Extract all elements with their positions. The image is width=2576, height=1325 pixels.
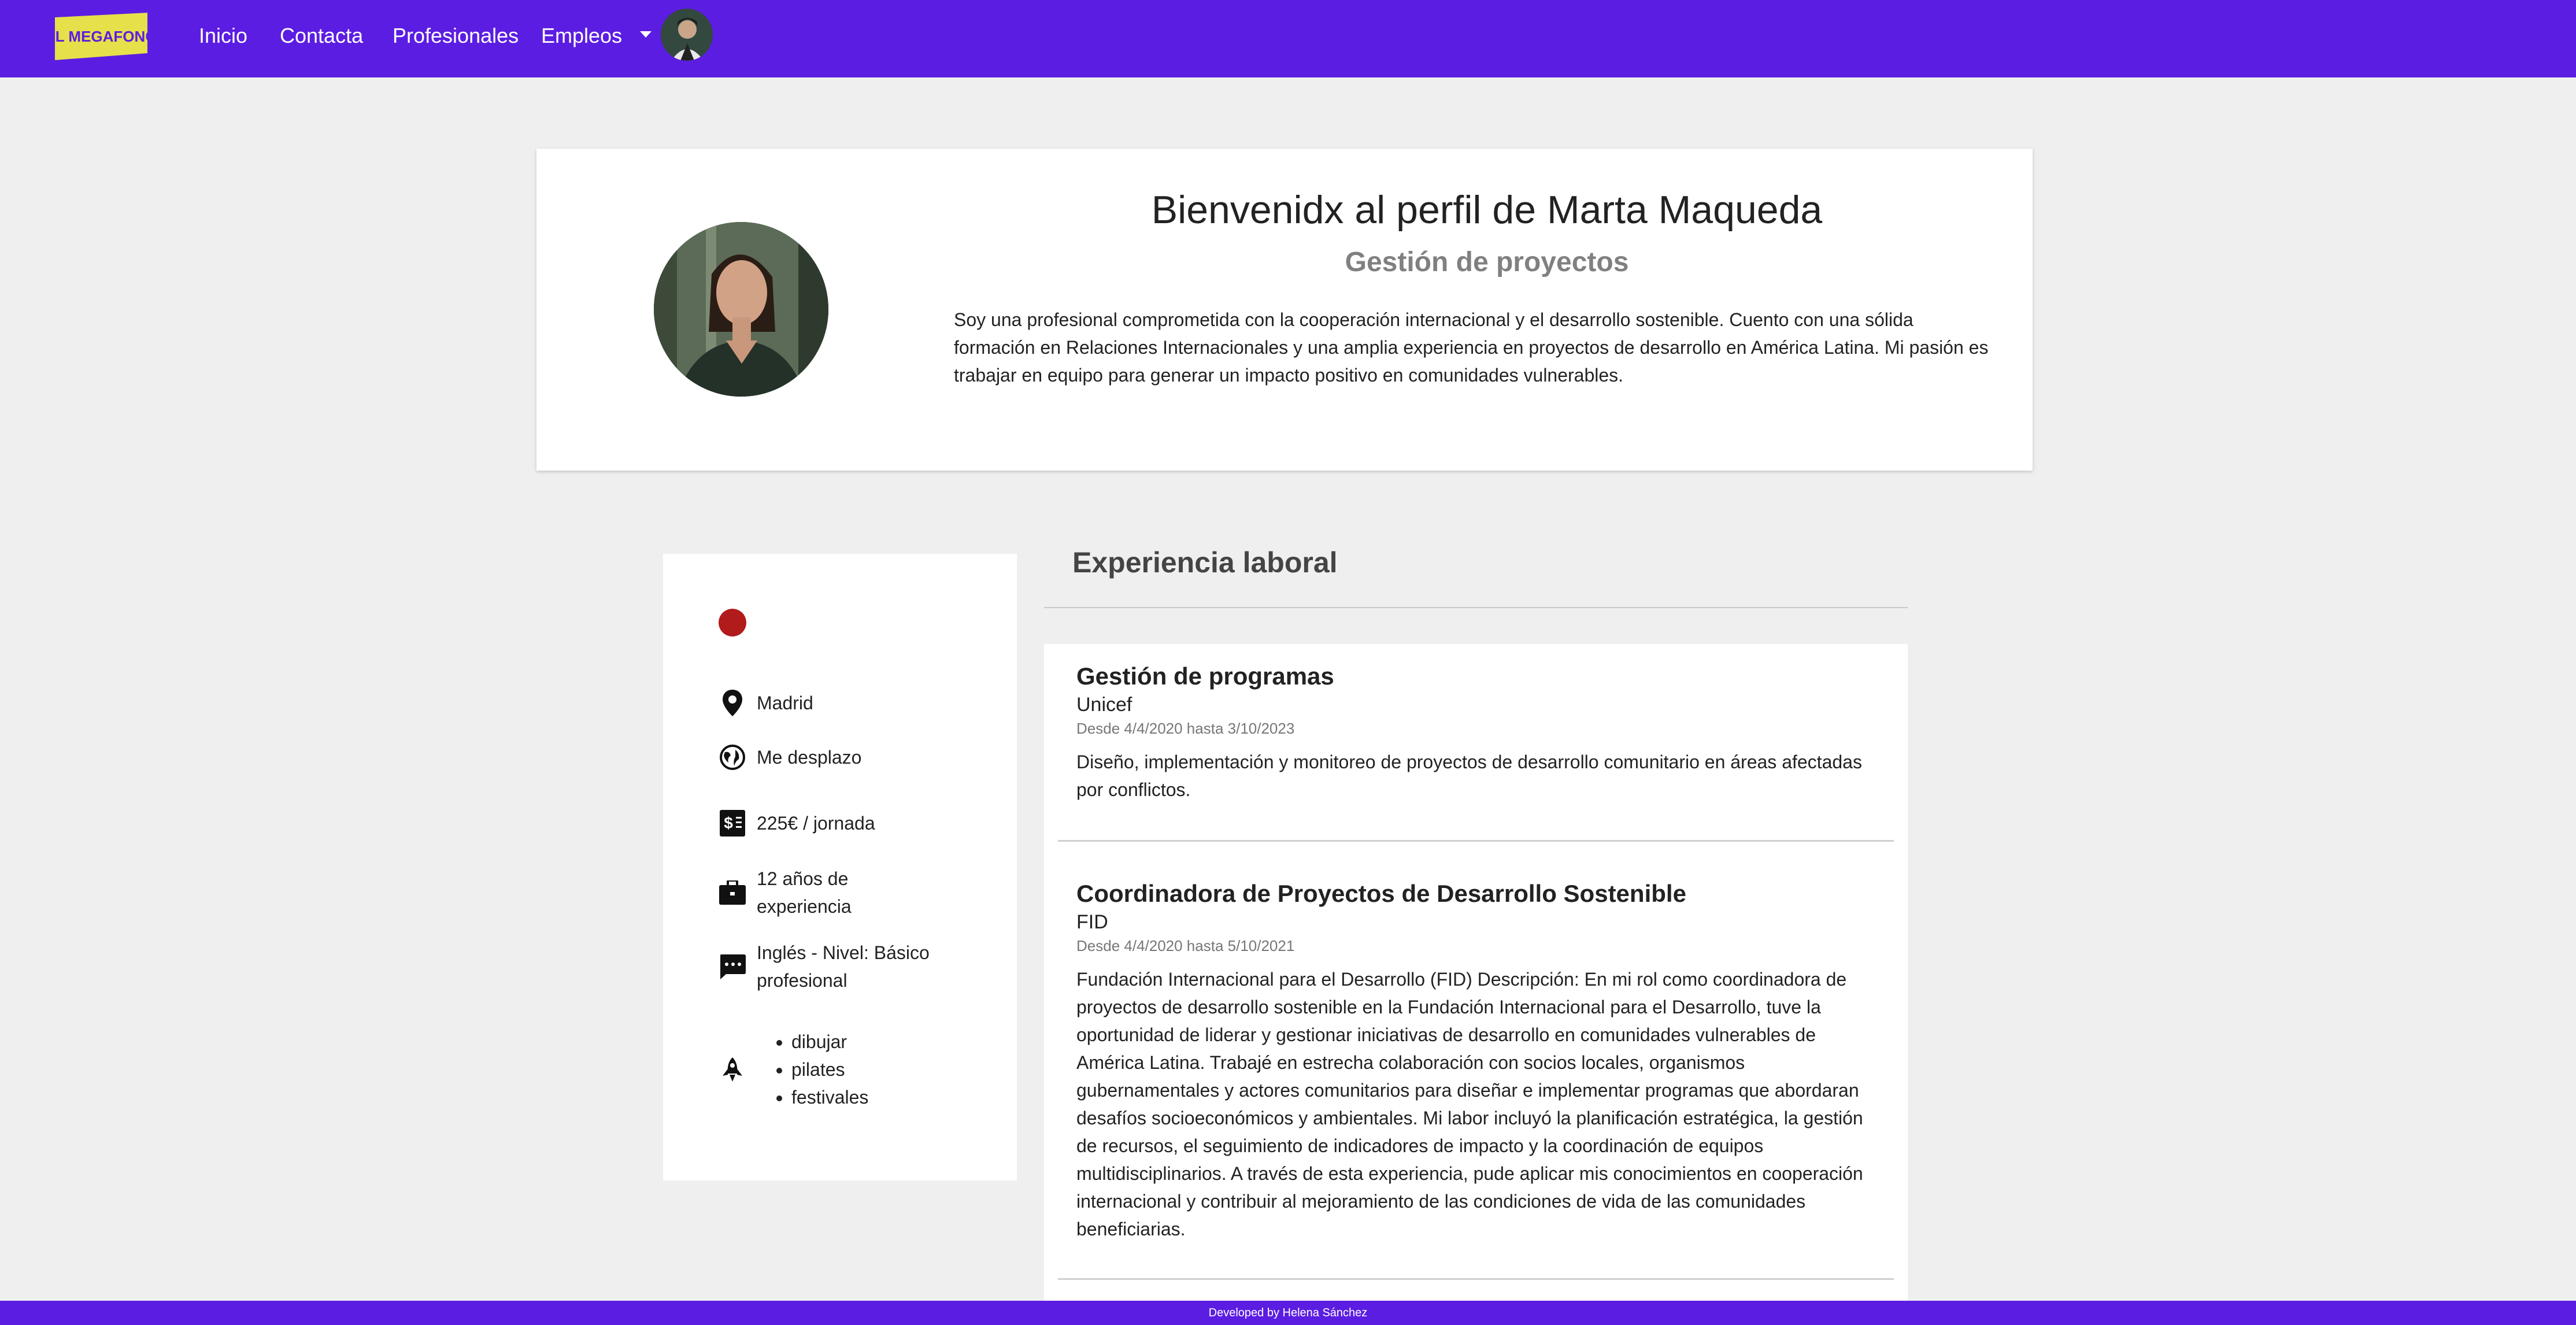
rate-text: 225€ / jornada	[757, 813, 875, 834]
job-entry: Coordinadora de Proyectos de Desarrollo …	[1076, 879, 1880, 1243]
hobbies-list-wrap: dibujar pilates festivales	[774, 1028, 868, 1111]
megafono-logo[interactable]: EL MEGAFONO	[55, 13, 147, 60]
job-divider	[1058, 1278, 1894, 1280]
job-dates: Desde 4/4/2020 hasta 5/10/2021	[1076, 937, 1295, 954]
nav-link-profesionales[interactable]: Profesionales	[393, 23, 519, 49]
nav-link-empleos[interactable]: Empleos	[541, 23, 622, 49]
experience-list: Gestión de programas Unicef Desde 4/4/20…	[1044, 644, 1908, 1303]
money-bill-icon: $	[719, 809, 746, 837]
svg-text:$: $	[724, 814, 733, 832]
hobbies-list: dibujar pilates festivales	[774, 1028, 868, 1111]
availability-status-dot	[719, 609, 746, 636]
experience-heading: Experiencia laboral	[1072, 546, 1338, 579]
language-text: Inglés - Nivel: Básico profesional	[757, 942, 930, 991]
nav-link-inicio[interactable]: Inicio	[199, 23, 247, 49]
mobility-text: Me desplazo	[757, 747, 862, 768]
location-pin-icon	[719, 689, 746, 717]
hobbies-row: dibujar pilates festivales	[719, 1028, 868, 1111]
profile-photo	[654, 222, 828, 397]
job-company: FID	[1076, 911, 1108, 933]
location-row: Madrid	[719, 689, 813, 717]
briefcase-icon	[719, 879, 746, 906]
hobby-item: dibujar	[791, 1028, 868, 1056]
profile-role: Gestión de proyectos	[1345, 247, 1629, 277]
experience-years-row: 12 años de experiencia	[719, 865, 872, 920]
job-dates: Desde 4/4/2020 hasta 3/10/2023	[1076, 720, 1295, 737]
user-avatar[interactable]	[661, 9, 713, 61]
hobby-item: festivales	[791, 1083, 868, 1111]
rocket-icon	[719, 1056, 746, 1083]
mobility-row: Me desplazo	[719, 743, 861, 771]
job-description: Fundación Internacional para el Desarrol…	[1076, 969, 1863, 1239]
footer-credit: Developed by Helena Sánchez	[1208, 1307, 1368, 1319]
profile-header-card: Bienvenidx al perfil de Marta Maqueda Ge…	[536, 149, 2033, 471]
job-description: Diseño, implementación y monitoreo de pr…	[1076, 752, 1862, 800]
top-navbar: EL MEGAFONO Inicio Contacta Profesionale…	[0, 0, 2576, 77]
job-divider	[1058, 840, 1894, 842]
profile-greeting-title: Bienvenidx al perfil de Marta Maqueda	[1151, 188, 1823, 232]
hobby-item: pilates	[791, 1056, 868, 1083]
user-menu-caret-icon[interactable]	[640, 31, 652, 38]
job-title: Gestión de programas	[1076, 662, 1334, 690]
profile-sidebar: Madrid Me desplazo $ 225€ / jornada 12 a…	[663, 554, 1017, 1180]
footer: Developed by Helena Sánchez	[0, 1301, 2576, 1325]
location-text: Madrid	[757, 693, 813, 713]
profile-bio: Soy una profesional comprometida con la …	[954, 309, 1989, 386]
job-entry: Gestión de programas Unicef Desde 4/4/20…	[1076, 661, 1880, 804]
language-row: Inglés - Nivel: Básico profesional	[719, 939, 953, 994]
svg-text:EL MEGAFONO: EL MEGAFONO	[55, 28, 147, 45]
nav-link-contacta[interactable]: Contacta	[280, 23, 363, 49]
experience-divider	[1044, 607, 1908, 608]
experience-years-text: 12 años de experiencia	[757, 868, 852, 917]
job-title: Coordinadora de Proyectos de Desarrollo …	[1076, 880, 1686, 907]
globe-icon	[719, 743, 746, 771]
job-company: Unicef	[1076, 694, 1132, 716]
chat-bubble-icon	[719, 953, 746, 980]
rate-row: $ 225€ / jornada	[719, 809, 875, 837]
